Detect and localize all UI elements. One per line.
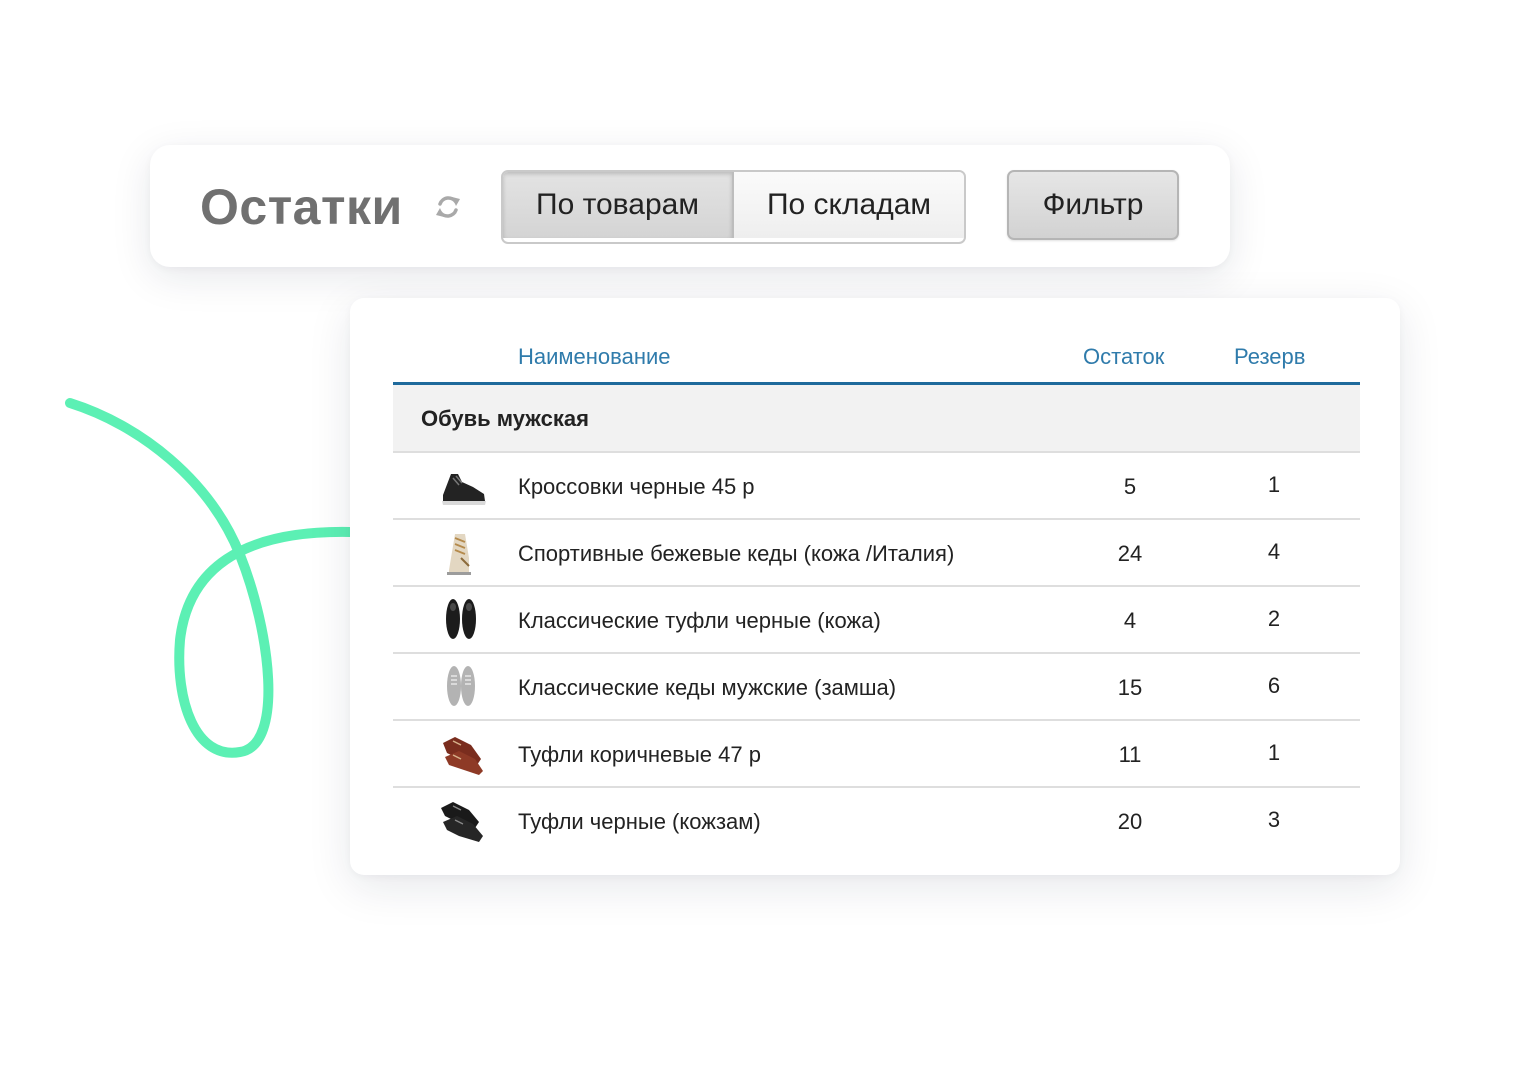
reserve-value: 3 [1267, 807, 1281, 832]
stock-table: Наименование Остаток Резерв Обувь мужска… [393, 298, 1360, 853]
reserve-value: 4 [1267, 539, 1281, 564]
group-label: Обувь мужская [421, 406, 589, 431]
product-name: Спортивные бежевые кеды (кожа /Италия) [518, 541, 955, 566]
reserve-value: 1 [1267, 472, 1281, 497]
tab-by-products[interactable]: По товарам [503, 172, 734, 238]
stock-value: 24 [1117, 541, 1143, 566]
product-name: Туфли черные (кожзам) [518, 809, 761, 834]
beige-sneaker-icon [447, 534, 471, 575]
squiggle-line [65, 398, 355, 758]
column-header-stock[interactable]: Остаток [1083, 343, 1164, 371]
black-loafer-icon [446, 599, 476, 639]
brown-oxford-icon [443, 737, 483, 775]
stock-value: 20 [1117, 809, 1143, 834]
group-row[interactable]: Обувь мужская [393, 385, 1360, 453]
filter-button[interactable]: Фильтр [1007, 170, 1179, 240]
table-row[interactable]: Классические туфли черные (кожа) 4 2 [393, 587, 1360, 654]
product-name: Туфли коричневые 47 р [518, 742, 761, 767]
table-row[interactable]: Спортивные бежевые кеды (кожа /Италия) 2… [393, 520, 1360, 587]
view-toggle: По товарам По складам [501, 170, 966, 244]
stock-value: 5 [1123, 474, 1137, 499]
table-row[interactable]: Кроссовки черные 45 р 5 1 [393, 453, 1360, 520]
reserve-value: 6 [1267, 673, 1281, 698]
black-dress-shoe-icon [441, 802, 483, 842]
table-header: Наименование Остаток Резерв [393, 298, 1360, 385]
product-name: Кроссовки черные 45 р [518, 474, 755, 499]
table-row[interactable]: Туфли коричневые 47 р 11 1 [393, 721, 1360, 788]
stock-table-card: Наименование Остаток Резерв Обувь мужска… [350, 298, 1400, 875]
column-header-name[interactable]: Наименование [518, 343, 671, 371]
page-title: Остатки [200, 179, 403, 235]
refresh-icon[interactable] [433, 192, 463, 222]
column-header-reserve[interactable]: Резерв [1234, 343, 1305, 371]
table-row[interactable]: Классические кеды мужские (замша) 15 6 [393, 654, 1360, 721]
toolbar: Остатки По товарам По складам Фильтр [150, 145, 1230, 267]
stage: Остатки По товарам По складам Фильтр Наи… [0, 0, 1540, 1080]
table-row[interactable]: Туфли черные (кожзам) 20 3 [393, 788, 1360, 853]
stock-value: 15 [1117, 675, 1143, 700]
table-body: Кроссовки черные 45 р 5 1 Спортивные беж… [393, 453, 1360, 853]
stock-value: 4 [1123, 608, 1137, 633]
tab-by-warehouses[interactable]: По складам [734, 172, 964, 238]
product-name: Классические туфли черные (кожа) [518, 608, 881, 633]
product-name: Классические кеды мужские (замша) [518, 675, 897, 700]
reserve-value: 2 [1267, 606, 1281, 631]
stock-value: 11 [1118, 742, 1142, 767]
grey-suede-sneaker-icon [447, 666, 475, 706]
reserve-value: 1 [1267, 740, 1281, 765]
black-sneaker-icon [442, 474, 486, 505]
